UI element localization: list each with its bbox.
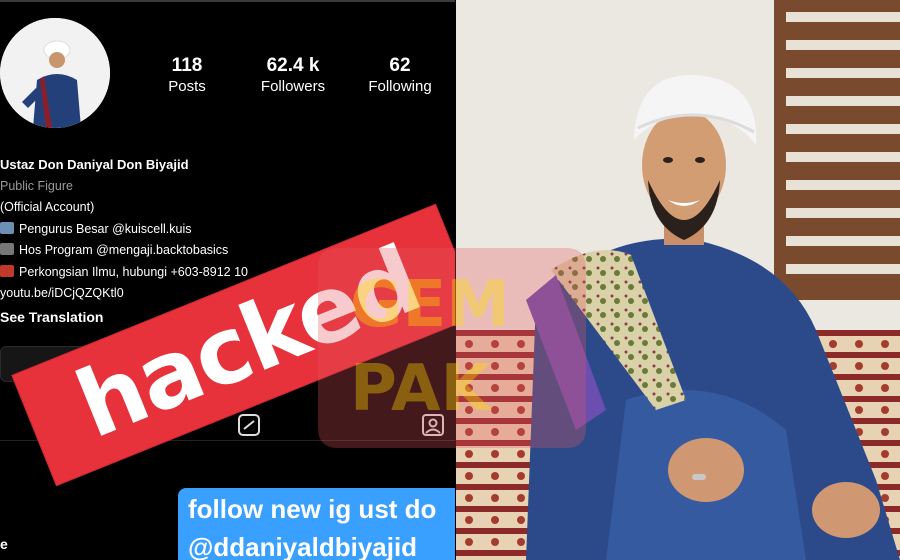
following-label: Following	[368, 78, 432, 95]
following-count: 62	[389, 55, 411, 76]
watermark-text-bottom: PAK	[350, 352, 491, 426]
avatar[interactable]	[0, 18, 110, 128]
profile-category: Public Figure	[0, 178, 73, 193]
profile-name: Ustaz Don Daniyal Don Biyajid	[0, 157, 189, 172]
posts-count: 118	[171, 55, 203, 76]
follow-notice-line-1: follow new ig ust do	[188, 494, 437, 524]
bio-line-2-text: Hos Program @mengaji.backtobasics	[19, 243, 229, 257]
stat-followers[interactable]: 62.4 k Followers	[250, 55, 336, 97]
avatar-image	[0, 18, 110, 128]
follow-notice-line-2: @ddaniyaldbiyajid	[188, 532, 418, 560]
corner-caption: e	[0, 536, 8, 552]
reels-tab-icon[interactable]	[236, 412, 262, 438]
stat-posts[interactable]: 118 Posts	[160, 55, 214, 97]
official-account-label: (Official Account)	[0, 200, 95, 214]
followers-count: 62.4 k	[266, 55, 320, 76]
posts-label: Posts	[168, 78, 206, 95]
watermark-text-top: GEM	[350, 268, 510, 342]
camera-icon	[0, 243, 14, 255]
stat-following[interactable]: 62 Following	[360, 55, 440, 97]
followers-label: Followers	[260, 78, 326, 95]
watermark-logo: GEM PAK	[318, 248, 586, 448]
bio-line-1-text: Pengurus Besar @kuiscell.kuis	[19, 221, 192, 236]
building-icon	[0, 221, 14, 234]
bio-line-3-text: Perkongsian Ilmu, hubungi +603-8912 10	[19, 264, 248, 279]
bank-icon	[0, 264, 14, 277]
status-divider	[0, 0, 456, 2]
